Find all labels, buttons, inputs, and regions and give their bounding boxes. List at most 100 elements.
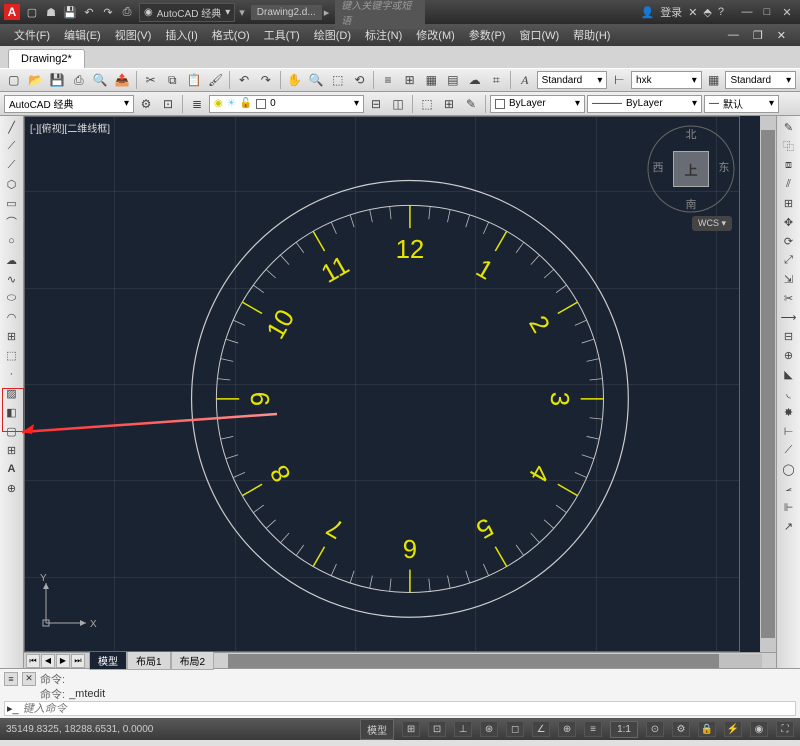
command-input[interactable] bbox=[23, 703, 793, 715]
dim-style-icon[interactable]: ⊢ bbox=[609, 70, 629, 90]
menu-edit[interactable]: 编辑(E) bbox=[58, 25, 107, 45]
region-icon[interactable]: ▢ bbox=[2, 422, 22, 440]
text-style-icon[interactable]: A bbox=[515, 70, 535, 90]
viewcube-south[interactable]: 南 bbox=[681, 196, 701, 212]
anno-vis-icon[interactable]: ⊙ bbox=[646, 721, 664, 737]
app-logo[interactable]: A bbox=[4, 4, 20, 20]
sheetset-icon[interactable]: ▤ bbox=[443, 70, 463, 90]
snap-toggle-icon[interactable]: ⊡ bbox=[428, 721, 446, 737]
zoom-icon[interactable]: 🔍 bbox=[306, 70, 326, 90]
preview-icon[interactable]: 🔍 bbox=[91, 70, 111, 90]
rectangle-icon[interactable]: ▭ bbox=[2, 194, 22, 212]
menu-file[interactable]: 文件(F) bbox=[8, 25, 56, 45]
qat-overflow-icon[interactable]: ▾ bbox=[239, 6, 245, 19]
menu-view[interactable]: 视图(V) bbox=[109, 25, 158, 45]
menu-modify[interactable]: 修改(M) bbox=[410, 25, 461, 45]
join-icon[interactable]: ⊕ bbox=[779, 346, 799, 364]
polygon-icon[interactable]: ⬡ bbox=[2, 175, 22, 193]
doc-nav-icon[interactable]: ▸ bbox=[324, 6, 330, 19]
array-icon[interactable]: ⊞ bbox=[779, 194, 799, 212]
anno-scale[interactable]: 1:1 bbox=[610, 721, 638, 738]
make-block-icon[interactable]: ⬚ bbox=[2, 346, 22, 364]
hatch-icon[interactable]: ▨ bbox=[2, 384, 22, 402]
trim-icon[interactable]: ✂ bbox=[779, 289, 799, 307]
dim-linear-icon[interactable]: ⊢ bbox=[779, 422, 799, 440]
scale-icon[interactable]: ⤢ bbox=[779, 251, 799, 269]
break-icon[interactable]: ⊟ bbox=[779, 327, 799, 345]
polar-toggle-icon[interactable]: ⊛ bbox=[480, 721, 498, 737]
layer-dropdown[interactable]: ◉ ☀ 🔓 0▾ bbox=[209, 95, 364, 113]
menu-format[interactable]: 格式(O) bbox=[206, 25, 256, 45]
layer-iso-icon[interactable]: ◫ bbox=[388, 94, 408, 114]
ws-save-icon[interactable]: ⊡ bbox=[158, 94, 178, 114]
publish-icon[interactable]: 📤 bbox=[112, 70, 132, 90]
layer-props-icon[interactable]: ≣ bbox=[187, 94, 207, 114]
explode-icon[interactable]: ✸ bbox=[779, 403, 799, 421]
viewcube-east[interactable]: 东 bbox=[714, 159, 734, 175]
ws-switch-icon[interactable]: ⚙ bbox=[672, 721, 690, 737]
copy-obj-icon[interactable]: ⿻ bbox=[779, 137, 799, 155]
layout-tab-1[interactable]: 布局1 bbox=[127, 651, 171, 670]
erase-icon[interactable]: ✎ bbox=[779, 118, 799, 136]
lineweight-dropdown[interactable]: —默认▾ bbox=[704, 95, 779, 113]
osnap-toggle-icon[interactable]: ◻ bbox=[506, 721, 524, 737]
menu-tools[interactable]: 工具(T) bbox=[258, 25, 306, 45]
rotate-icon[interactable]: ⟳ bbox=[779, 232, 799, 250]
circle-icon[interactable]: ○ bbox=[2, 232, 22, 250]
dim-radius-icon[interactable]: ◯ bbox=[779, 460, 799, 478]
offset-icon[interactable]: ⫽ bbox=[779, 175, 799, 193]
layout-tab-2[interactable]: 布局2 bbox=[171, 651, 215, 670]
open-icon[interactable]: ☗ bbox=[43, 4, 59, 20]
mdi-minimize-button[interactable]: — bbox=[722, 27, 745, 43]
minimize-button[interactable]: — bbox=[738, 6, 756, 19]
menu-help[interactable]: 帮助(H) bbox=[567, 25, 616, 45]
zoom-window-icon[interactable]: ⬚ bbox=[328, 70, 348, 90]
line-icon[interactable]: ╱ bbox=[2, 118, 22, 136]
viewcube[interactable]: 北 南 东 西 上 bbox=[646, 124, 736, 214]
dim-angular-icon[interactable]: ⦟ bbox=[779, 479, 799, 497]
mdi-restore-button[interactable]: ❐ bbox=[747, 27, 769, 44]
make-block-icon[interactable]: ⊞ bbox=[439, 94, 459, 114]
tab-last-icon[interactable]: ⏭ bbox=[71, 654, 85, 668]
dyn-toggle-icon[interactable]: ⊕ bbox=[558, 721, 576, 737]
arc-icon[interactable]: ⌒ bbox=[2, 213, 22, 231]
linetype-dropdown[interactable]: ———ByLayer▾ bbox=[587, 95, 702, 113]
revcloud-icon[interactable]: ☁ bbox=[2, 251, 22, 269]
exchange-icon[interactable]: ✕ bbox=[688, 6, 697, 19]
lwt-toggle-icon[interactable]: ≡ bbox=[584, 721, 602, 737]
tab-next-icon[interactable]: ▶ bbox=[56, 654, 70, 668]
workspace-dropdown[interactable]: ◉AutoCAD 经典▾ bbox=[139, 3, 235, 22]
open-icon[interactable]: 📂 bbox=[26, 70, 46, 90]
xline-icon[interactable]: ⟋ bbox=[2, 137, 22, 155]
undo-icon[interactable]: ↶ bbox=[234, 70, 254, 90]
markup-icon[interactable]: ☁ bbox=[465, 70, 485, 90]
redo-icon[interactable]: ↷ bbox=[256, 70, 276, 90]
tab-first-icon[interactable]: ⏮ bbox=[26, 654, 40, 668]
stayconnected-icon[interactable]: ⬘ bbox=[703, 6, 711, 19]
designcenter-icon[interactable]: ⊞ bbox=[400, 70, 420, 90]
toolpalette-icon[interactable]: ▦ bbox=[421, 70, 441, 90]
gradient-icon[interactable]: ◧ bbox=[2, 403, 22, 421]
vertical-scrollbar[interactable] bbox=[760, 116, 776, 652]
copy-icon[interactable]: ⧉ bbox=[162, 70, 182, 90]
ortho-toggle-icon[interactable]: ⊥ bbox=[454, 721, 472, 737]
gear-icon[interactable]: ⚙ bbox=[136, 94, 156, 114]
help-icon[interactable]: ? bbox=[718, 6, 724, 18]
layer-states-icon[interactable]: ⊟ bbox=[366, 94, 386, 114]
properties-icon[interactable]: ≡ bbox=[378, 70, 398, 90]
cmd-close-icon[interactable]: ✕ bbox=[22, 672, 36, 686]
table-style-dropdown[interactable]: Standard▾ bbox=[725, 71, 796, 89]
viewcube-west[interactable]: 西 bbox=[648, 159, 668, 175]
cut-icon[interactable]: ✂ bbox=[141, 70, 161, 90]
plot-icon[interactable]: ⎙ bbox=[69, 70, 89, 90]
dim-continue-icon[interactable]: ⊩ bbox=[779, 498, 799, 516]
mdi-close-button[interactable]: ✕ bbox=[771, 27, 792, 44]
block-icon[interactable]: ⬚ bbox=[417, 94, 437, 114]
undo-icon[interactable]: ↶ bbox=[81, 4, 97, 20]
horizontal-scrollbar[interactable] bbox=[228, 654, 762, 668]
table-icon[interactable]: ⊞ bbox=[2, 441, 22, 459]
signin-link[interactable]: 登录 bbox=[660, 4, 682, 20]
block-editor-icon[interactable]: ✎ bbox=[461, 94, 481, 114]
menu-parametric[interactable]: 参数(P) bbox=[463, 25, 512, 45]
move-icon[interactable]: ✥ bbox=[779, 213, 799, 231]
